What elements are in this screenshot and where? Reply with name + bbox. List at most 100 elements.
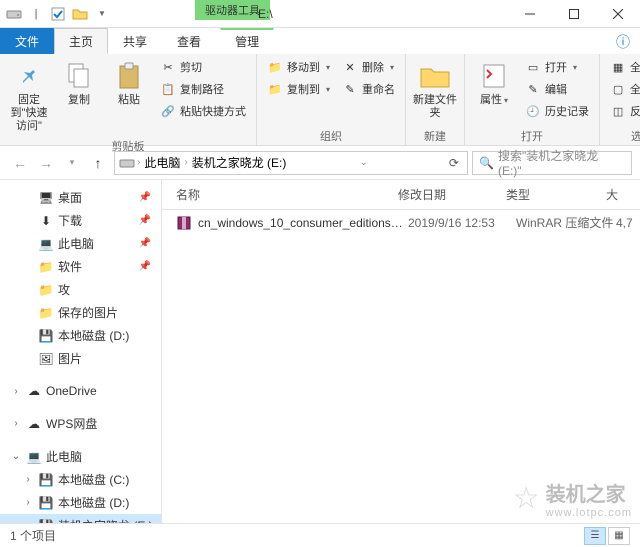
refresh-button[interactable]: ⟳ — [445, 156, 463, 170]
copy-button[interactable]: 复制 — [56, 57, 102, 110]
group-select-label: 选择 — [606, 126, 640, 144]
select-all-icon: ▦ — [610, 59, 626, 75]
wps-icon: ☁ — [26, 416, 42, 432]
drive-icon — [6, 6, 22, 22]
navigation-tree[interactable]: 🖥桌面📌 ⬇下载📌 💻此电脑📌 📁软件📌 📁攻 📁保存的图片 💾本地磁盘 (D:… — [0, 180, 162, 523]
tree-downloads[interactable]: ⬇下载📌 — [0, 209, 161, 232]
copyto-icon: 📁 — [267, 81, 283, 97]
tab-share[interactable]: 共享 — [108, 28, 162, 54]
drive-icon: 💾 — [38, 328, 54, 344]
downloads-icon: ⬇ — [38, 213, 54, 229]
drive-icon: 💾 — [38, 472, 54, 488]
pc-icon: 💻 — [26, 449, 42, 465]
close-button[interactable] — [596, 0, 640, 28]
crumb-dropdown[interactable]: ⌄ — [357, 157, 369, 168]
nav-back-button[interactable]: ← — [8, 151, 32, 175]
cut-button[interactable]: ✂剪切 — [156, 57, 250, 77]
select-none-button[interactable]: ▢全部取消 — [606, 79, 640, 99]
qat-dropdown-icon[interactable]: ▼ — [94, 6, 110, 22]
move-to-button[interactable]: 📁移动到▾ — [263, 57, 334, 77]
path-icon: 📋 — [160, 81, 176, 97]
select-all-button[interactable]: ▦全部选择 — [606, 57, 640, 77]
col-type[interactable]: 类型 — [506, 186, 606, 203]
file-list[interactable]: cn_windows_10_consumer_editions_v... 201… — [162, 210, 640, 523]
tree-local-c[interactable]: ›💾本地磁盘 (C:) — [0, 468, 161, 491]
status-item-count: 1 个项目 — [10, 527, 56, 544]
copy-to-button[interactable]: 📁复制到▾ — [263, 79, 334, 99]
new-folder-icon — [419, 60, 451, 92]
invert-selection-button[interactable]: ◫反向选择 — [606, 101, 640, 121]
tree-gong[interactable]: 📁攻 — [0, 278, 161, 301]
crumb-current[interactable]: 装机之家晓龙 (E:) — [190, 154, 289, 171]
paste-shortcut-button[interactable]: 🔗粘贴快捷方式 — [156, 101, 250, 121]
properties-button[interactable]: 属性▾ — [471, 57, 517, 110]
list-item[interactable]: cn_windows_10_consumer_editions_v... 201… — [162, 210, 640, 235]
maximize-button[interactable] — [552, 0, 596, 28]
edit-button[interactable]: ✎编辑 — [521, 79, 593, 99]
col-name[interactable]: 名称 — [162, 186, 398, 203]
crumb-this-pc[interactable]: 此电脑 — [142, 154, 182, 171]
view-details-button[interactable]: ☰ — [584, 527, 606, 545]
shortcut-icon: 🔗 — [160, 103, 176, 119]
tree-onedrive[interactable]: ›☁OneDrive — [0, 380, 161, 402]
pin-quick-access-button[interactable]: 固定到"快速访问" — [6, 57, 52, 136]
pin-icon: 📌 — [139, 238, 157, 249]
ribbon-help-button[interactable]: ⓘ — [606, 28, 640, 54]
tree-software[interactable]: 📁软件📌 — [0, 255, 161, 278]
new-folder-button[interactable]: 新建文件夹 — [412, 57, 458, 123]
tab-file[interactable]: 文件 — [0, 28, 54, 54]
tab-manage[interactable]: 管理 — [220, 28, 274, 54]
history-icon: 🕘 — [525, 103, 541, 119]
checkbox-icon[interactable] — [50, 6, 66, 22]
copy-icon — [63, 60, 95, 92]
group-open-label: 打开 — [471, 126, 593, 144]
tree-this-pc-root[interactable]: ⌄💻此电脑 — [0, 445, 161, 468]
folder-icon: 📁 — [38, 305, 54, 321]
col-date[interactable]: 修改日期 — [398, 186, 506, 203]
pin-icon — [13, 60, 45, 92]
rename-button[interactable]: ✎重命名 — [338, 79, 399, 99]
pin-icon: 📌 — [139, 215, 157, 226]
minimize-button[interactable] — [508, 0, 552, 28]
tree-local-d[interactable]: 💾本地磁盘 (D:) — [0, 324, 161, 347]
col-size[interactable]: 大 — [606, 186, 640, 203]
select-none-icon: ▢ — [610, 81, 626, 97]
rename-icon: ✎ — [342, 81, 358, 97]
nav-recent-button[interactable]: ▾ — [60, 151, 84, 175]
folder-qat-icon[interactable] — [72, 6, 88, 22]
tab-home[interactable]: 主页 — [54, 28, 108, 54]
invert-icon: ◫ — [610, 103, 626, 119]
delete-button[interactable]: ✕删除▾ — [338, 57, 399, 77]
view-icons-button[interactable]: ▦ — [608, 527, 630, 545]
paste-button[interactable]: 粘贴 — [106, 57, 152, 110]
pin-icon: 📌 — [139, 192, 157, 203]
copy-path-button[interactable]: 📋复制路径 — [156, 79, 250, 99]
drive-icon: 💾 — [38, 518, 54, 524]
tree-wps[interactable]: ›☁WPS网盘 — [0, 412, 161, 435]
onedrive-icon: ☁ — [26, 383, 42, 399]
column-headers[interactable]: 名称 修改日期 类型 大 — [162, 180, 640, 210]
tree-pictures[interactable]: 🖼图片 — [0, 347, 161, 370]
open-button[interactable]: ▭打开▾ — [521, 57, 593, 77]
search-placeholder: 搜索"装机之家晓龙 (E:)" — [498, 147, 625, 178]
tree-local-d2[interactable]: ›💾本地磁盘 (D:) — [0, 491, 161, 514]
move-icon: 📁 — [267, 59, 283, 75]
group-organize-label: 组织 — [263, 126, 399, 144]
tree-drive-e[interactable]: ›💾装机之家晓龙 (E:) — [0, 514, 161, 523]
tree-desktop[interactable]: 🖥桌面📌 — [0, 186, 161, 209]
nav-forward-button[interactable]: → — [34, 151, 58, 175]
tab-view[interactable]: 查看 — [162, 28, 216, 54]
tree-this-pc-qa[interactable]: 💻此电脑📌 — [0, 232, 161, 255]
tree-saved-pics[interactable]: 📁保存的图片 — [0, 301, 161, 324]
nav-up-button[interactable]: ↑ — [86, 151, 110, 175]
delete-icon: ✕ — [342, 59, 358, 75]
address-bar[interactable]: › 此电脑 › 装机之家晓龙 (E:) ⌄ ⟳ — [114, 151, 468, 175]
window-title: E:\ — [258, 7, 273, 21]
archive-icon — [176, 215, 192, 231]
history-button[interactable]: 🕘历史记录 — [521, 101, 593, 121]
folder-icon: 📁 — [38, 282, 54, 298]
drive-crumb-icon — [119, 157, 135, 169]
group-new-label: 新建 — [412, 126, 458, 144]
search-input[interactable]: 🔍 搜索"装机之家晓龙 (E:)" — [472, 151, 632, 175]
paste-icon — [113, 60, 145, 92]
